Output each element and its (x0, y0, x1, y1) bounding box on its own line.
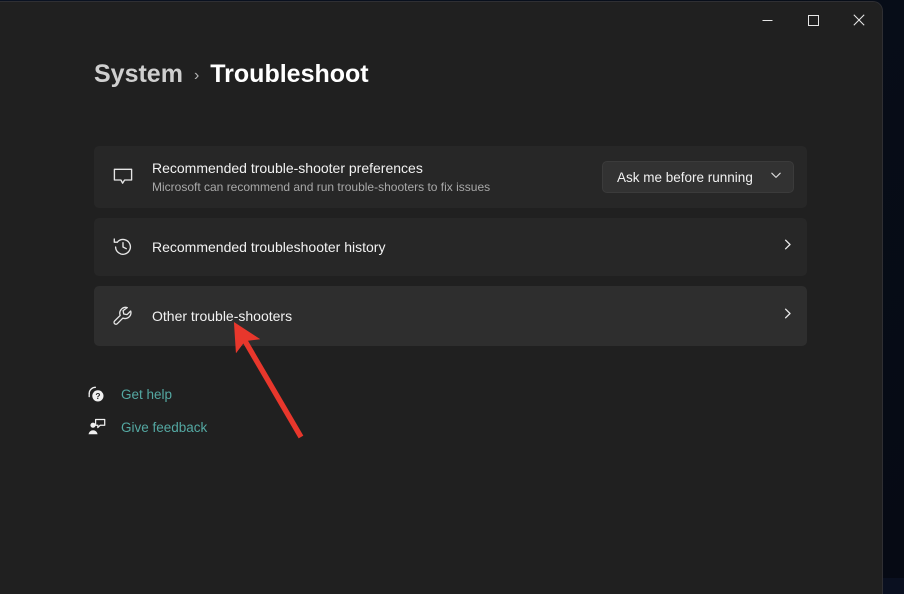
card-control-area (781, 238, 807, 256)
breadcrumb-parent-system[interactable]: System (94, 60, 183, 89)
settings-window: System › Troubleshoot Options Recommende… (0, 2, 882, 594)
card-title: Recommended trouble-shooter preferences (152, 159, 602, 178)
wrench-icon (94, 305, 152, 328)
minimize-icon (762, 15, 773, 26)
card-control-area: Ask me before running (602, 161, 807, 193)
card-troubleshooter-preferences[interactable]: Recommended trouble-shooter preferences … (94, 146, 807, 208)
breadcrumb-separator-icon: › (194, 67, 199, 85)
close-button[interactable] (836, 2, 882, 38)
main-content-pane: System › Troubleshoot Options Recommende… (53, 38, 882, 594)
card-text-block: Other trouble-shooters (152, 307, 781, 326)
card-troubleshooter-history[interactable]: Recommended troubleshooter history (94, 218, 807, 276)
breadcrumb: System › Troubleshoot (94, 60, 369, 89)
troubleshooter-preference-dropdown[interactable]: Ask me before running (602, 161, 794, 193)
give-feedback-link[interactable]: Give feedback (84, 418, 207, 437)
dropdown-selected-value: Ask me before running (617, 170, 753, 185)
chevron-right-icon[interactable] (781, 307, 794, 325)
feedback-person-icon (84, 418, 108, 437)
maximize-button[interactable] (790, 2, 836, 38)
close-icon (853, 14, 865, 26)
card-text-block: Recommended trouble-shooter preferences … (152, 159, 602, 196)
card-control-area (781, 307, 807, 325)
svg-text:?: ? (95, 391, 100, 401)
window-title-bar (0, 2, 882, 38)
card-title: Other trouble-shooters (152, 307, 781, 326)
maximize-icon (808, 15, 819, 26)
give-feedback-label: Give feedback (121, 420, 207, 435)
card-title: Recommended troubleshooter history (152, 238, 781, 257)
page-title: Troubleshoot (210, 60, 368, 89)
help-question-icon: ? (84, 385, 108, 404)
get-help-label: Get help (121, 387, 172, 402)
history-clock-icon (94, 236, 152, 258)
card-other-troubleshooters[interactable]: Other trouble-shooters (94, 286, 807, 346)
card-text-block: Recommended troubleshooter history (152, 238, 781, 257)
chat-bubble-icon (94, 166, 152, 188)
settings-sidebar (0, 38, 53, 594)
minimize-button[interactable] (744, 2, 790, 38)
card-subtitle: Microsoft can recommend and run trouble-… (152, 179, 602, 196)
chevron-down-icon (770, 168, 782, 186)
get-help-link[interactable]: ? Get help (84, 385, 172, 404)
chevron-right-icon[interactable] (781, 238, 794, 256)
